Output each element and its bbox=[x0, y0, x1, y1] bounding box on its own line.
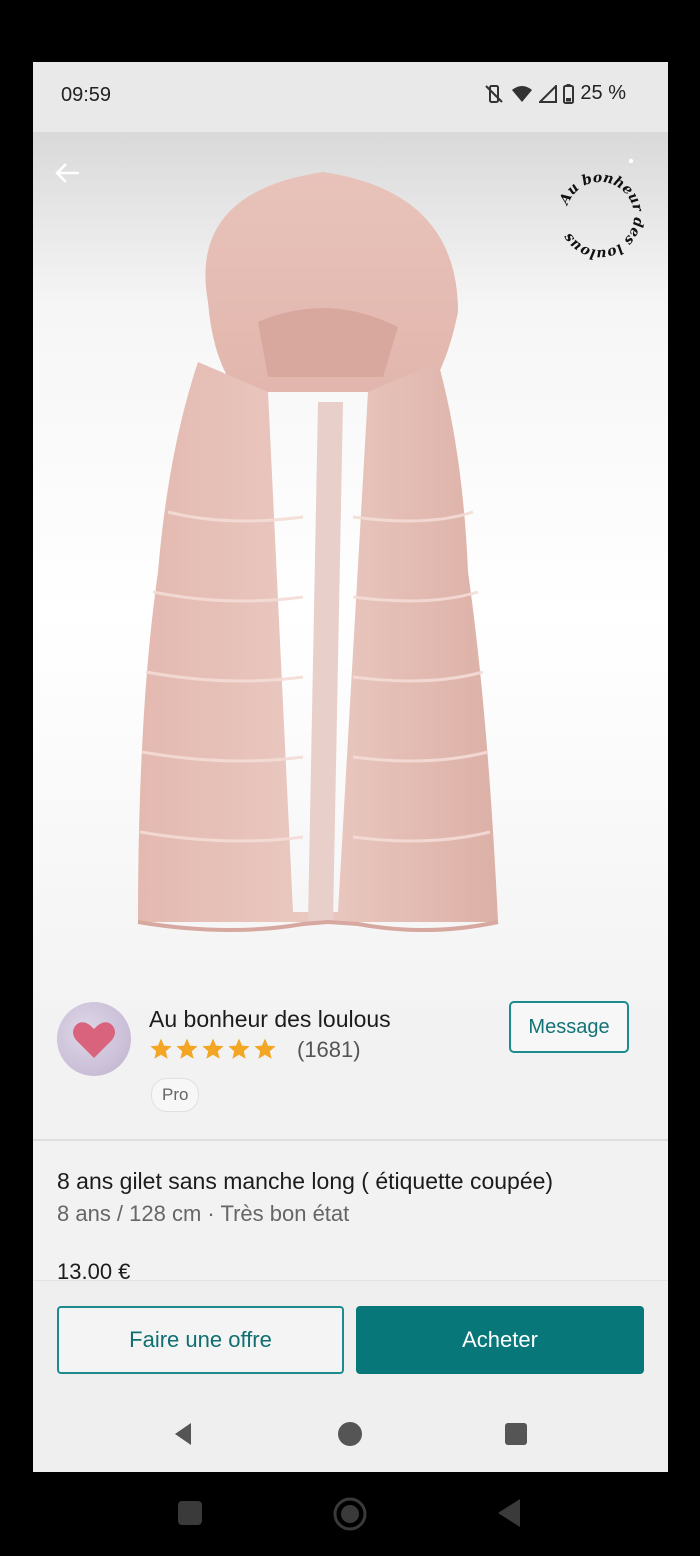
seller-rating-stars bbox=[149, 1037, 277, 1061]
star-icon bbox=[228, 1038, 250, 1059]
rating-count[interactable]: (1681) bbox=[297, 1037, 361, 1063]
battery-icon bbox=[563, 83, 575, 104]
status-time: 09:59 bbox=[61, 84, 112, 106]
status-bar: 09:59 25 % bbox=[33, 62, 668, 132]
signal-icon bbox=[539, 84, 558, 103]
outer-home-icon[interactable] bbox=[332, 1496, 368, 1532]
mute-vibrate-icon bbox=[485, 84, 504, 103]
app-screen: 09:59 25 % Au bonheur des loulous Au bon… bbox=[33, 62, 668, 1472]
shop-logo-watermark: Au bonheur des loulous bbox=[556, 170, 647, 262]
nav-home-icon[interactable] bbox=[335, 1419, 365, 1449]
star-icon bbox=[202, 1038, 224, 1059]
nav-recents-icon[interactable] bbox=[501, 1419, 531, 1449]
back-arrow-icon[interactable] bbox=[51, 156, 85, 190]
seller-name[interactable]: Au bonheur des loulous bbox=[149, 1006, 391, 1033]
star-icon bbox=[150, 1038, 172, 1059]
section-divider bbox=[33, 1139, 668, 1141]
message-button[interactable]: Message bbox=[509, 1001, 629, 1053]
outer-back-icon[interactable] bbox=[496, 1498, 522, 1528]
item-title: 8 ans gilet sans manche long ( étiquette… bbox=[57, 1168, 554, 1194]
product-photo-vest bbox=[137, 172, 499, 933]
star-icon bbox=[254, 1038, 276, 1059]
star-icon bbox=[176, 1038, 198, 1059]
action-bar: Faire une offre Acheter bbox=[33, 1280, 668, 1472]
seller-section: Au bonheur des loulous (1681) Pro Messag… bbox=[33, 1001, 668, 1140]
nav-back-icon[interactable] bbox=[169, 1419, 199, 1449]
seller-avatar[interactable] bbox=[57, 1002, 131, 1076]
battery-level: 25 % bbox=[580, 82, 626, 104]
system-nav-bar bbox=[33, 1399, 668, 1472]
heart-icon bbox=[73, 1022, 115, 1058]
wifi-icon bbox=[512, 85, 533, 102]
item-details: 8 ans / 128 cm · Très bon état bbox=[57, 1201, 350, 1226]
pro-badge: Pro bbox=[151, 1078, 200, 1112]
svg-text:Au bonheur des loulous: Au bonheur des loulous bbox=[556, 170, 647, 262]
product-image-area[interactable]: Au bonheur des loulous bbox=[33, 132, 668, 1010]
outer-system-nav bbox=[0, 1472, 700, 1556]
make-offer-button[interactable]: Faire une offre bbox=[57, 1306, 344, 1374]
outer-recents-icon[interactable] bbox=[177, 1500, 203, 1526]
buy-button[interactable]: Acheter bbox=[356, 1306, 644, 1374]
status-icons: 25 % bbox=[483, 82, 626, 105]
